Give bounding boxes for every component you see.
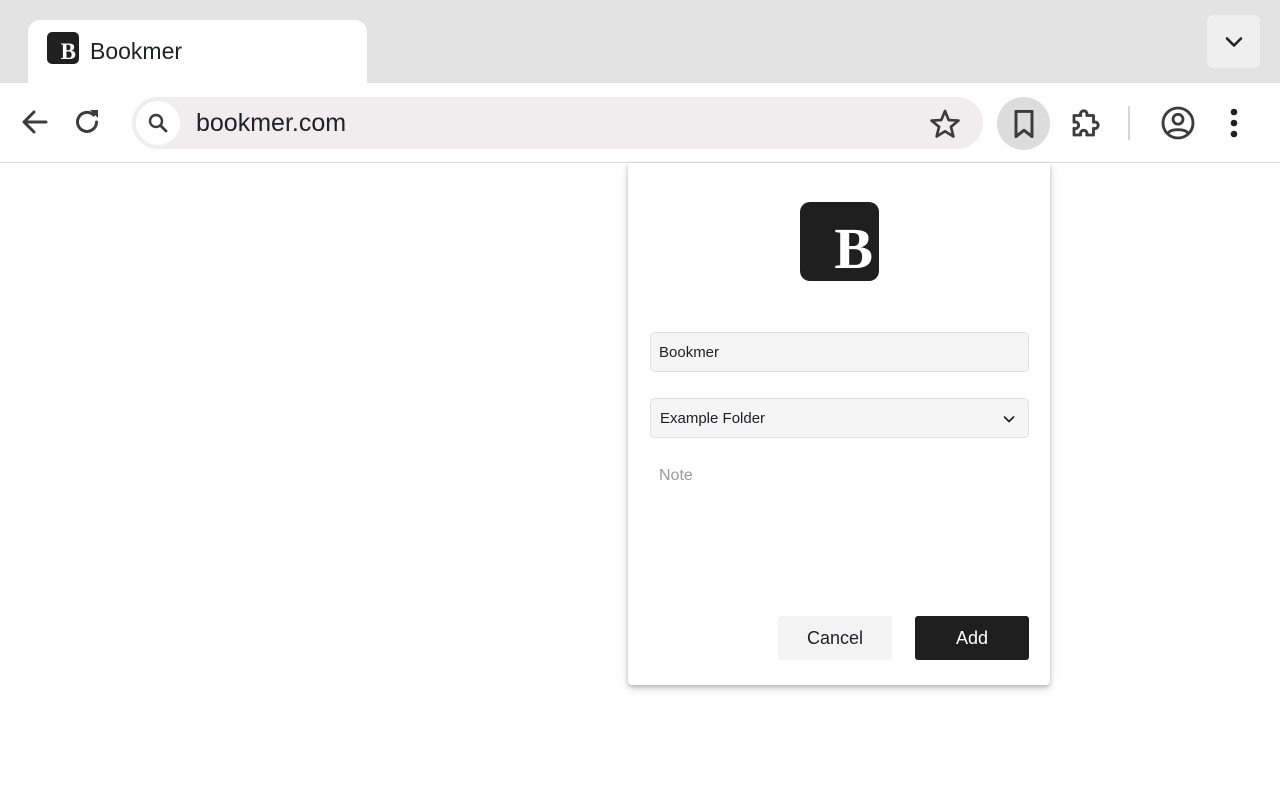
tab-search-button[interactable] bbox=[1207, 15, 1260, 68]
search-icon bbox=[148, 113, 168, 133]
bookmark-star-button[interactable] bbox=[924, 103, 966, 145]
toolbar-divider bbox=[1128, 106, 1130, 140]
chevron-down-icon bbox=[1002, 412, 1016, 426]
profile-button[interactable] bbox=[1154, 99, 1202, 147]
browser-menu-button[interactable] bbox=[1212, 99, 1256, 147]
note-textarea[interactable] bbox=[650, 459, 1029, 579]
more-vert-icon bbox=[1230, 108, 1238, 138]
url-text[interactable]: bookmer.com bbox=[196, 109, 346, 138]
tab-strip: B Bookmer bbox=[0, 0, 1280, 83]
omnibox-search-button[interactable] bbox=[136, 101, 180, 145]
add-button[interactable]: Add bbox=[915, 616, 1029, 660]
tab-title: Bookmer bbox=[90, 38, 183, 64]
star-outline-icon bbox=[930, 109, 960, 138]
reload-button[interactable] bbox=[64, 99, 110, 145]
folder-select[interactable]: Example Folder bbox=[650, 398, 1029, 438]
bookmer-extension-button[interactable] bbox=[997, 97, 1050, 150]
puzzle-icon bbox=[1072, 109, 1100, 137]
cancel-button[interactable]: Cancel bbox=[778, 616, 892, 660]
folder-select-value: Example Folder bbox=[660, 410, 766, 427]
tab-favicon-icon: B bbox=[47, 32, 79, 64]
back-button[interactable] bbox=[12, 99, 58, 145]
bookmark-icon bbox=[1014, 109, 1033, 138]
account-circle-icon bbox=[1161, 106, 1195, 140]
browser-tab[interactable]: B Bookmer bbox=[28, 20, 367, 83]
address-bar[interactable]: bookmer.com bbox=[132, 97, 983, 149]
chevron-down-icon bbox=[1225, 36, 1242, 47]
extensions-button[interactable] bbox=[1062, 99, 1110, 147]
reload-icon bbox=[76, 110, 98, 133]
bookmark-name-field[interactable] bbox=[650, 332, 1029, 372]
add-bookmark-popup: B Example Folder Cancel Add bbox=[628, 163, 1050, 685]
bookmer-logo: B bbox=[800, 202, 879, 281]
bookmark-name-input[interactable] bbox=[651, 333, 1028, 371]
arrow-left-icon bbox=[22, 110, 48, 134]
browser-toolbar: bookmer.com bbox=[0, 83, 1280, 163]
